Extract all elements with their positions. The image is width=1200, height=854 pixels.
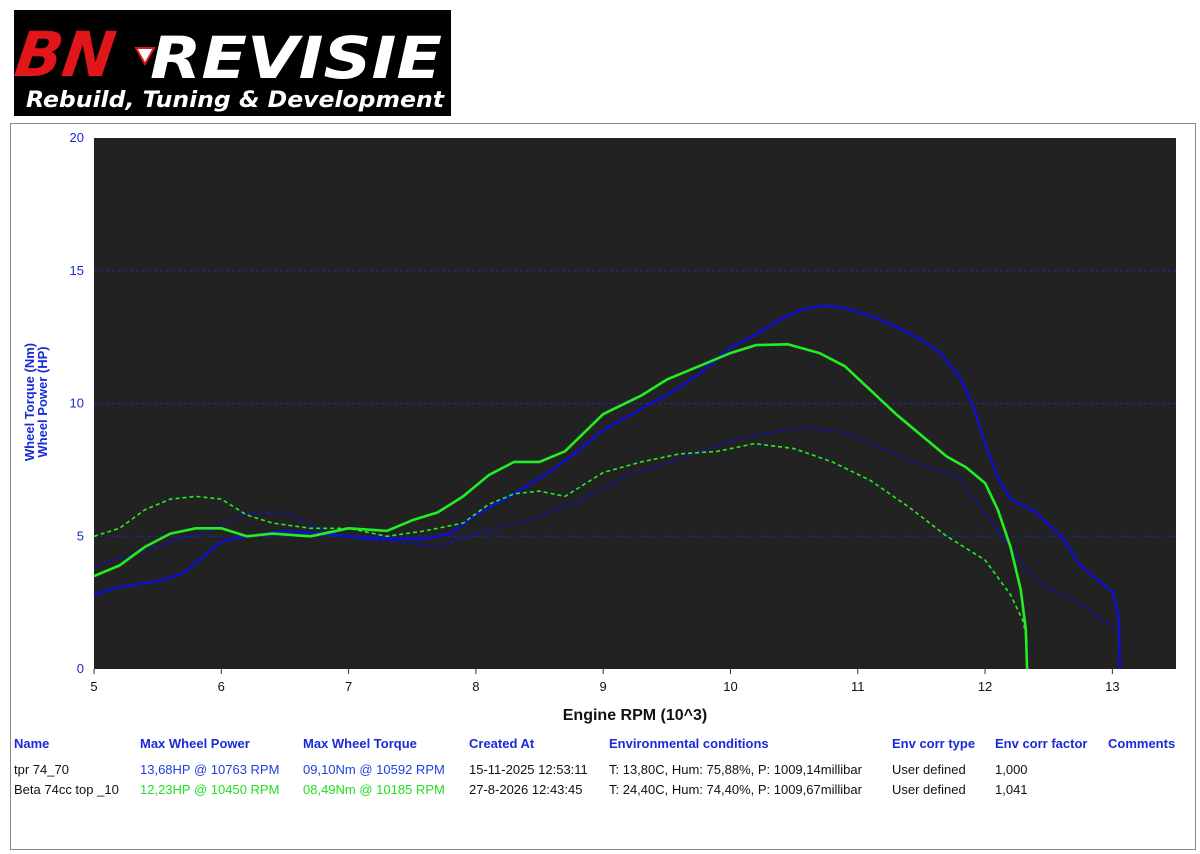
row-max-torque: 08,49Nm @ 10185 RPM: [303, 782, 445, 797]
header-env-conditions: Environmental conditions: [609, 736, 769, 751]
row-max-power: 12,23HP @ 10450 RPM: [140, 782, 280, 797]
y-tick-label: 10: [70, 396, 84, 411]
y-tick-labels: 0 5 10 15 20: [70, 130, 84, 676]
header-comments: Comments: [1108, 736, 1176, 751]
header-name: Name: [14, 736, 50, 751]
header-max-power: Max Wheel Power: [140, 736, 250, 751]
row-name: tpr 74_70: [14, 762, 69, 777]
y-tick-label: 20: [70, 130, 84, 145]
row-name: Beta 74cc top _10: [14, 782, 119, 797]
header-max-torque: Max Wheel Torque: [303, 736, 417, 751]
x-tick-labels: 5 6 7 8 9 10 11 12 13: [90, 669, 1120, 694]
x-tick-label: 8: [472, 679, 479, 694]
x-tick-label: 12: [978, 679, 992, 694]
x-tick-label: 9: [600, 679, 607, 694]
x-tick-label: 10: [723, 679, 737, 694]
row-max-power: 13,68HP @ 10763 RPM: [140, 762, 280, 777]
row-corr-factor: 1,041: [995, 782, 1028, 797]
row-created-at: 15-11-2025 12:53:11: [469, 762, 588, 777]
logo-brand-white: REVISIE: [150, 24, 442, 92]
row-created-at: 27-8-2026 12:43:45: [469, 782, 583, 797]
brand-logo: BN REVISIE Rebuild, Tuning & Development: [11, 10, 451, 116]
row-corr-factor: 1,000: [995, 762, 1028, 777]
x-tick-label: 13: [1105, 679, 1119, 694]
y-tick-label: 0: [77, 661, 84, 676]
logo-tagline: Rebuild, Tuning & Development: [26, 88, 446, 113]
y-tick-label: 15: [70, 263, 84, 278]
x-tick-label: 6: [218, 679, 225, 694]
header-env-corr-factor: Env corr factor: [995, 736, 1088, 751]
y-tick-label: 5: [77, 528, 84, 543]
dyno-chart: 05101520 5 6 7 8 9 10 11 12 13 Wheel Torque (Nm)…: [22, 130, 1176, 724]
x-tick-label: 5: [90, 679, 97, 694]
logo-brand-red: BN: [14, 18, 120, 91]
header-created-at: Created At: [469, 736, 535, 751]
y-axis-label-power: Wheel Power (HP): [35, 346, 50, 457]
row-corr-type: User defined: [892, 762, 966, 777]
row-env: T: 13,80C, Hum: 75,88%, P: 1009,14millib…: [609, 762, 862, 777]
header-env-corr-type: Env corr type: [892, 736, 976, 751]
row-env: T: 24,40C, Hum: 74,40%, P: 1009,67millib…: [609, 782, 862, 797]
x-tick-label: 11: [851, 679, 865, 694]
row-corr-type: User defined: [892, 782, 966, 797]
row-max-torque: 09,10Nm @ 10592 RPM: [303, 762, 445, 777]
x-tick-label: 7: [345, 679, 352, 694]
x-axis-label: Engine RPM (10^3): [563, 707, 707, 724]
brand-logo-graphic: BN REVISIE Rebuild, Tuning & Development: [11, 10, 451, 116]
